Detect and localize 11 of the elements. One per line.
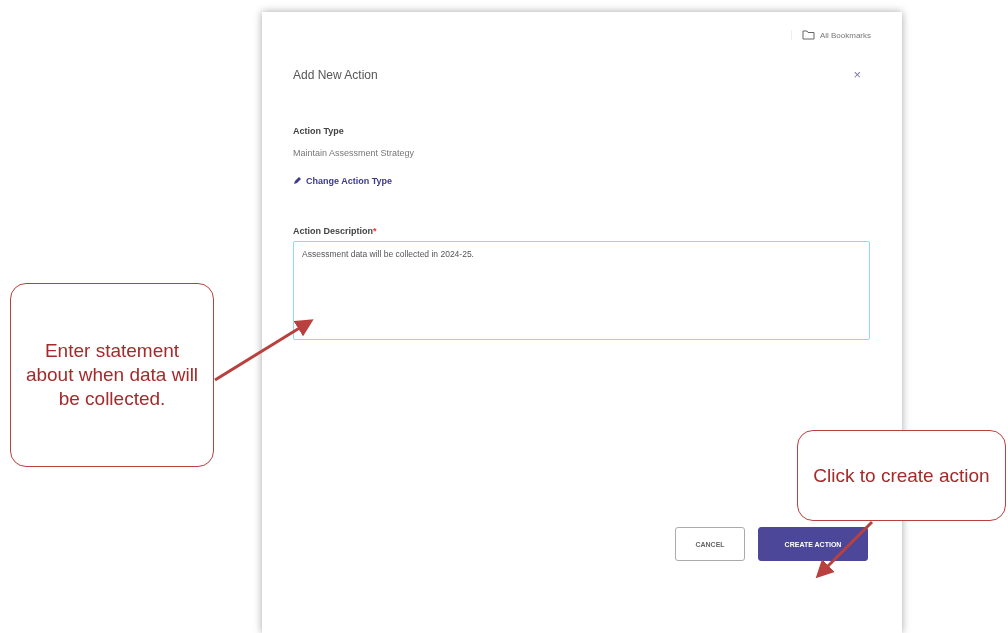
change-type-link[interactable]: Change Action Type [293,176,392,186]
callout-text: Click to create action [813,463,990,488]
field-label: Action Description* [293,226,378,236]
field-label: Action Type [293,126,345,136]
description-field[interactable]: Assessment data will be collected in 2024-25. [293,241,870,340]
bookmarks-link[interactable]: All Bookmarks [819,30,871,40]
pencil-icon [293,177,301,185]
field-value: Maintain Assessment Strategy [293,148,416,158]
dialog-title: Add New Action [293,67,378,82]
callout-text: Enter statement about when data will be collected. [24,339,200,411]
folder-icon [801,30,815,40]
